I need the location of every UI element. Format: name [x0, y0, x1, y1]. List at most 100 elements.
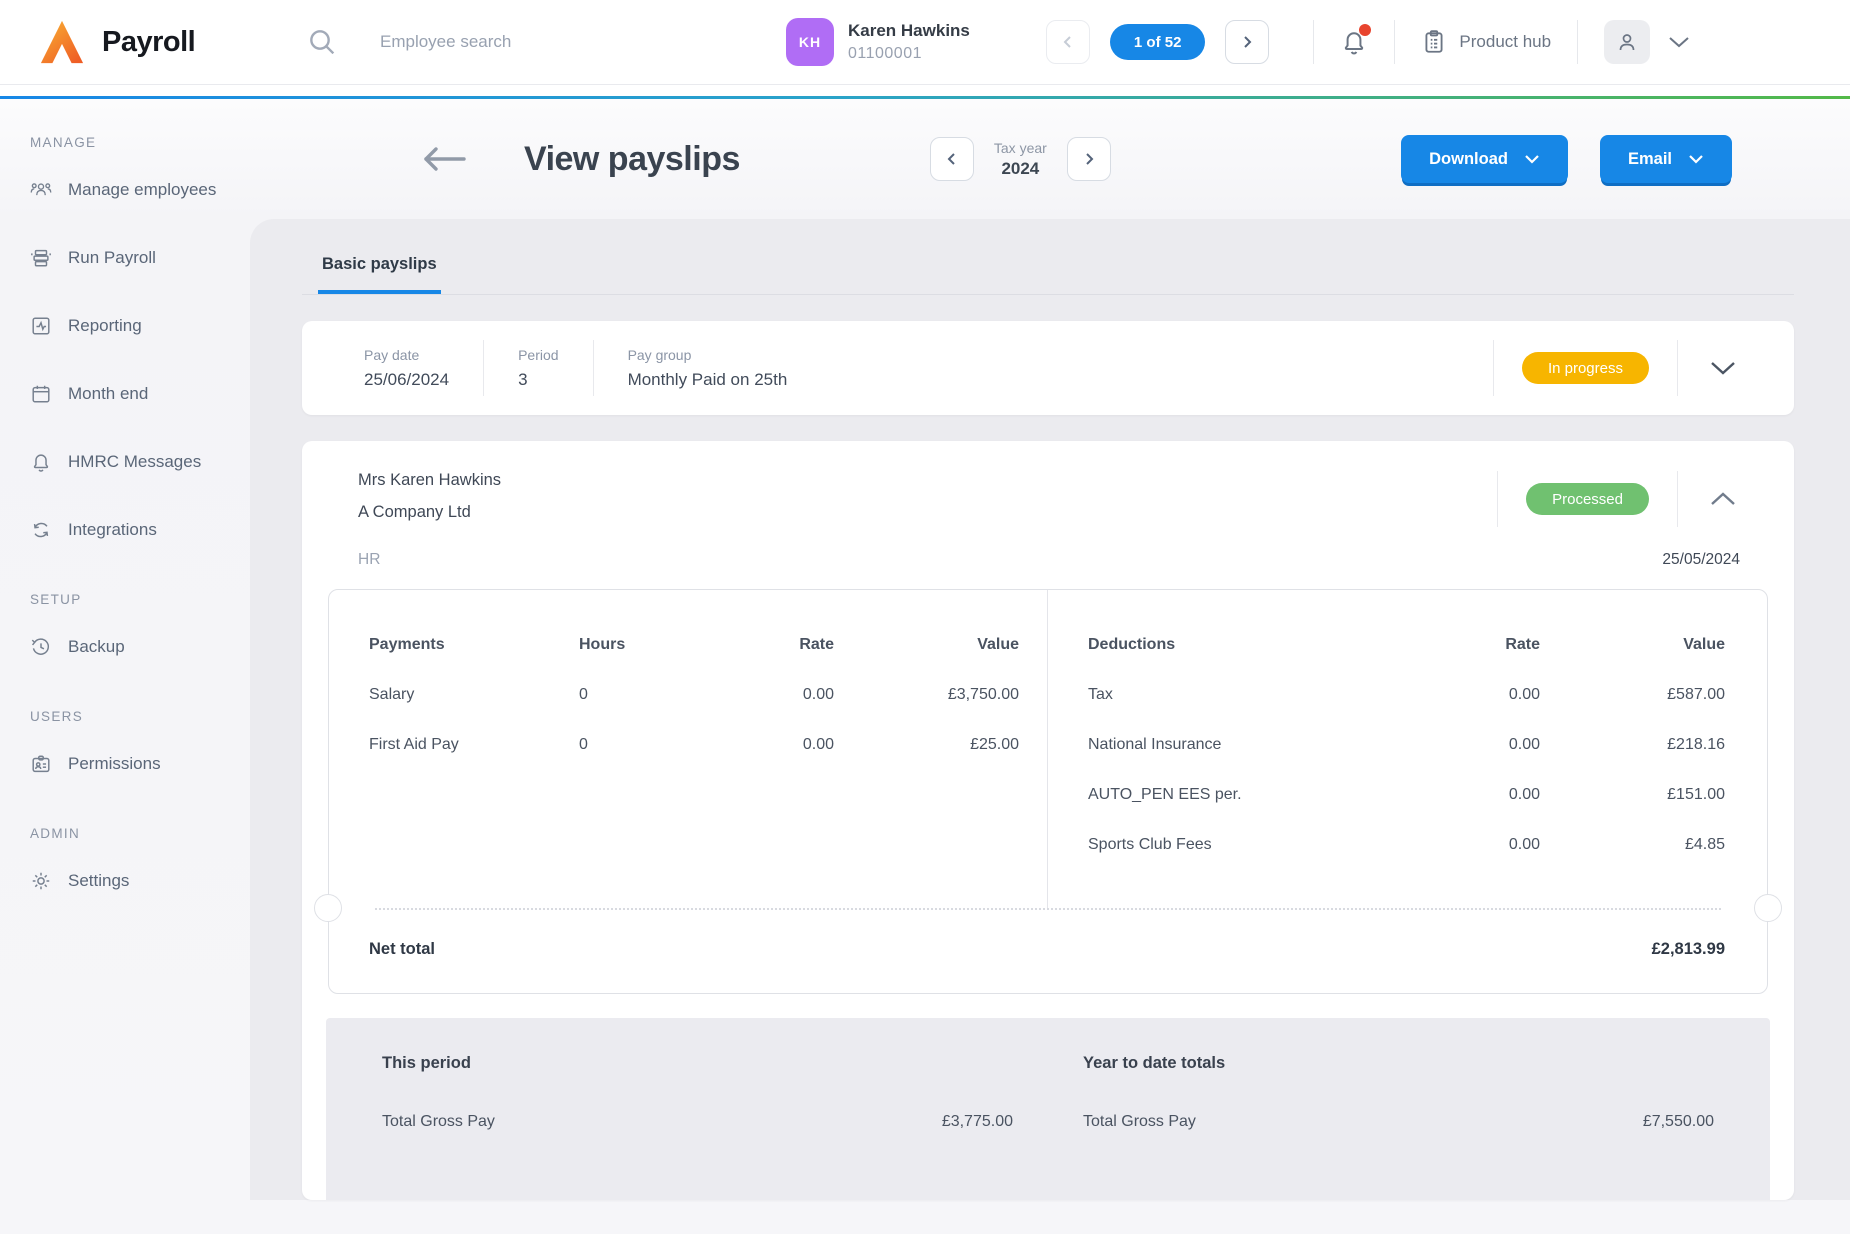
prev-employee-button[interactable] [1046, 20, 1090, 64]
tabs: Basic payslips [302, 255, 1794, 295]
deduction-value: £587.00 [1540, 670, 1725, 720]
sidebar-item-run-payroll[interactable]: Run Payroll [30, 224, 250, 292]
sidebar-item-hmrc-messages[interactable]: HMRC Messages [30, 428, 250, 496]
payslip-employee-name: Mrs Karen Hawkins [358, 471, 501, 490]
brand-name: Payroll [102, 26, 195, 59]
tab-basic-payslips[interactable]: Basic payslips [318, 255, 441, 294]
bell-icon [30, 451, 52, 473]
payment-name: Salary [369, 670, 579, 720]
pay-date-label: Pay date [364, 347, 449, 363]
back-arrow-button[interactable] [422, 146, 466, 172]
email-label: Email [1628, 150, 1672, 169]
prev-tax-year-button[interactable] [930, 137, 974, 181]
sidebar-item-backup[interactable]: Backup [30, 613, 250, 681]
download-button[interactable]: Download [1401, 135, 1568, 183]
sidebar-item-integrations[interactable]: Integrations [30, 496, 250, 564]
email-button[interactable]: Email [1600, 135, 1732, 183]
ytd-gross-pay-label: Total Gross Pay [1083, 1113, 1196, 1131]
page-title: View payslips [524, 140, 740, 179]
pager-count-pill: 1 of 52 [1110, 24, 1206, 60]
page-header: View payslips Tax year 2024 Downlo [250, 99, 1850, 219]
next-employee-button[interactable] [1225, 20, 1269, 64]
rate-header: Rate [1390, 620, 1540, 670]
search-icon [306, 26, 338, 58]
sidebar-item-label: Reporting [68, 316, 142, 336]
id-badge-icon [30, 753, 52, 775]
this-period-totals: This period Total Gross Pay £3,775.00 [382, 1054, 1013, 1200]
user-icon [1604, 20, 1650, 64]
payment-hours: 0 [579, 670, 684, 720]
sidebar-item-label: Integrations [68, 520, 157, 540]
hours-header: Hours [579, 620, 684, 670]
search-input[interactable] [380, 32, 660, 52]
deduction-value: £151.00 [1540, 770, 1725, 820]
pay-run-card: Pay date 25/06/2024 Period 3 Pay group M… [302, 321, 1794, 415]
payroll-app: Payroll KH Karen Hawkins 01100001 1 of 5… [0, 0, 1850, 1234]
download-label: Download [1429, 150, 1508, 169]
payments-table: Payments Hours Rate Value Salary 0 0.00 … [369, 620, 1019, 770]
deduction-rate: 0.00 [1390, 670, 1540, 720]
ytd-totals: Year to date totals Total Gross Pay £7,5… [1083, 1054, 1714, 1200]
ytd-title: Year to date totals [1083, 1054, 1714, 1073]
sidebar-section-admin: ADMIN [30, 826, 250, 841]
ticket-notch-left [314, 894, 342, 922]
deduction-name: National Insurance [1088, 720, 1390, 770]
notifications-button[interactable] [1340, 28, 1368, 56]
total-gross-pay-label: Total Gross Pay [382, 1113, 495, 1131]
period-value: 3 [518, 370, 558, 390]
top-nav-right: Product hub [1313, 20, 1690, 64]
divider [1677, 340, 1678, 396]
sidebar-item-label: Run Payroll [68, 248, 156, 268]
collapse-payslip-chevron-up-icon[interactable] [1706, 488, 1740, 510]
deduction-rate: 0.00 [1390, 820, 1540, 870]
payslip-card: Mrs Karen Hawkins A Company Ltd Processe… [302, 441, 1794, 1200]
sidebar-item-reporting[interactable]: Reporting [30, 292, 250, 360]
ytd-gross-pay-value: £7,550.00 [1643, 1113, 1714, 1131]
total-gross-pay-value: £3,775.00 [942, 1113, 1013, 1131]
current-employee-chip[interactable]: KH Karen Hawkins 01100001 [786, 18, 970, 66]
value-header: Value [834, 620, 1019, 670]
sidebar-item-month-end[interactable]: Month end [30, 360, 250, 428]
net-total-row: Net total £2,813.99 [329, 910, 1767, 993]
rate-header: Rate [684, 620, 834, 670]
employee-number: 01100001 [848, 45, 970, 63]
deduction-name: Sports Club Fees [1088, 820, 1390, 870]
sidebar-section-setup: SETUP [30, 592, 250, 607]
employee-name: Karen Hawkins [848, 21, 970, 41]
deduction-name: Tax [1088, 670, 1390, 720]
ticket-perforation [329, 908, 1767, 910]
history-icon [30, 636, 52, 658]
payment-value: £3,750.00 [834, 670, 1019, 720]
sidebar-item-label: Month end [68, 384, 148, 404]
sidebar-item-manage-employees[interactable]: Manage employees [30, 156, 250, 224]
sidebar-item-label: Permissions [68, 754, 161, 774]
tax-year-selector: Tax year 2024 [930, 137, 1111, 181]
chart-icon [30, 315, 52, 337]
period-label: Period [518, 347, 558, 363]
sidebar-item-settings[interactable]: Settings [30, 847, 250, 915]
payment-hours: 0 [579, 720, 684, 770]
employee-pager: 1 of 52 [1046, 20, 1270, 64]
sidebar-item-label: Manage employees [68, 180, 216, 200]
divider [1394, 20, 1395, 64]
next-tax-year-button[interactable] [1067, 137, 1111, 181]
status-badge-in-progress: In progress [1522, 352, 1649, 384]
sidebar-item-label: Settings [68, 871, 129, 891]
net-total-label: Net total [369, 940, 435, 959]
payment-rate: 0.00 [684, 670, 834, 720]
avatar: KH [786, 18, 834, 66]
divider [1677, 471, 1678, 527]
sidebar: MANAGE Manage employees [0, 99, 250, 1234]
this-period-title: This period [382, 1054, 1013, 1073]
user-menu[interactable] [1604, 20, 1690, 64]
expand-pay-run-chevron-down-icon[interactable] [1706, 357, 1740, 379]
notification-dot [1359, 24, 1371, 36]
payments-header: Payments [369, 620, 579, 670]
sidebar-item-permissions[interactable]: Permissions [30, 730, 250, 798]
product-hub-button[interactable]: Product hub [1421, 29, 1551, 55]
sidebar-item-label: Backup [68, 637, 125, 657]
accent-strip [0, 85, 1850, 99]
payroll-stack-icon [30, 247, 52, 269]
clipboard-icon [1421, 29, 1447, 55]
pay-group-label: Pay group [628, 347, 788, 363]
